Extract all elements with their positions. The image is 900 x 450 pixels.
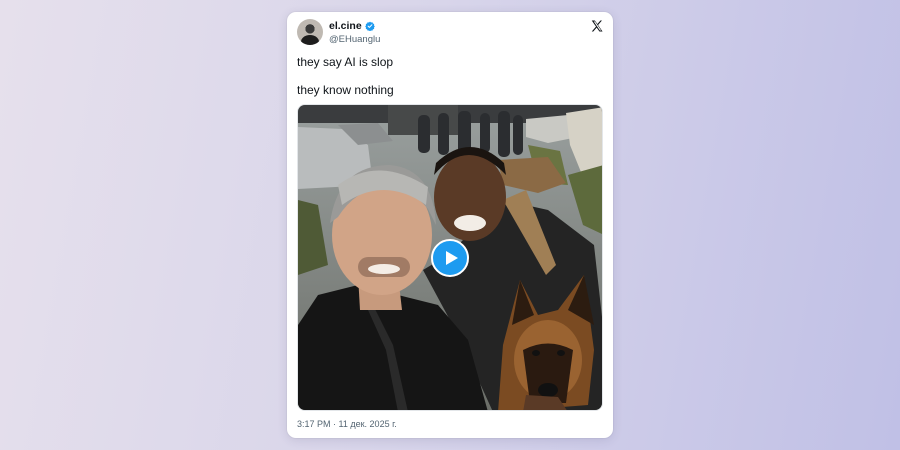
tweet-card: el.cine @EHuanglu they say AI is slop th…	[287, 12, 613, 438]
play-button[interactable]	[431, 239, 469, 277]
x-logo-icon[interactable]	[590, 19, 604, 33]
tweet-timestamp[interactable]: 3:17 PM · 11 дек. 2025 г.	[297, 419, 397, 429]
verified-badge-icon	[364, 21, 375, 31]
play-icon	[445, 251, 458, 265]
tweet-text-line-2: they know nothing	[297, 83, 394, 97]
video-thumbnail[interactable]	[297, 104, 603, 411]
tweet-text-line-1: they say AI is slop	[297, 55, 394, 69]
avatar[interactable]	[297, 19, 323, 45]
author-handle[interactable]: @EHuanglu	[329, 34, 380, 45]
author-name-row: el.cine	[329, 20, 375, 32]
author-display-name[interactable]: el.cine	[329, 20, 362, 32]
